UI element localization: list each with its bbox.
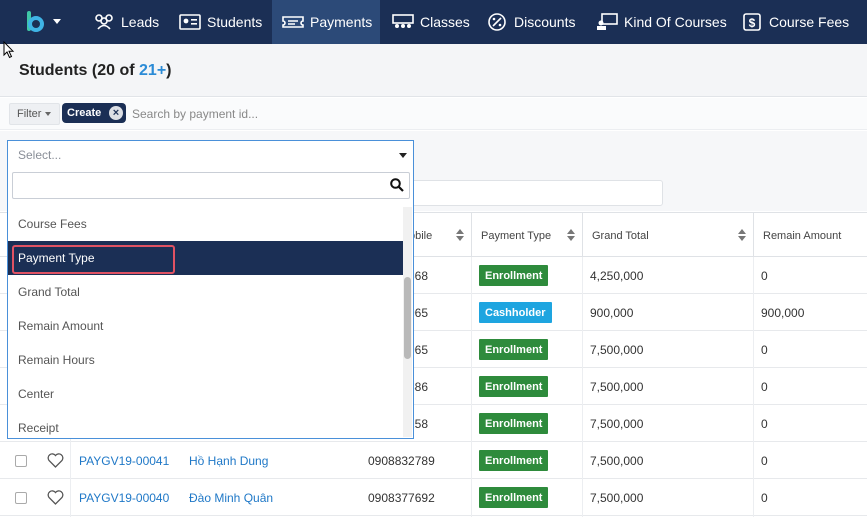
option-remain-hours[interactable]: Remain Hours: [8, 343, 403, 377]
payment-id-link[interactable]: PAYGV19-00040: [79, 479, 169, 516]
dropdown-search-field[interactable]: [12, 172, 410, 199]
option-payment-type[interactable]: Payment Type: [8, 241, 403, 275]
cell-remain-amount: 0: [761, 453, 768, 468]
cell-grand-total: 7,500,000: [590, 490, 644, 505]
users-icon: [93, 13, 115, 31]
column-divider: [753, 257, 754, 517]
table-row[interactable]: PAYGV19-00041 Hồ Hạnh Dung 0908832789 En…: [0, 442, 867, 479]
nav-students[interactable]: Students: [179, 0, 262, 44]
dropdown-scrollbar[interactable]: [403, 207, 412, 437]
col-payment-type[interactable]: Payment Type: [471, 213, 582, 258]
nav-payments-label: Payments: [310, 14, 373, 30]
payment-type-badge: Enrollment: [479, 376, 549, 397]
caret-down-icon[interactable]: [399, 153, 407, 158]
cell-mobile: 0908832789: [368, 453, 435, 468]
column-divider: [471, 257, 472, 517]
nav-students-label: Students: [207, 14, 263, 30]
table-row[interactable]: PAYGV19-00040 Đào Minh Quân 0908377692 E…: [0, 479, 867, 516]
student-name-link[interactable]: Hồ Hạnh Dung: [189, 442, 268, 479]
filter-bar: Filter Create ×: [0, 98, 867, 130]
option-course-fees[interactable]: Course Fees: [8, 207, 403, 241]
app-logo-menu[interactable]: [24, 9, 68, 35]
payment-type-badge: Enrollment: [479, 265, 549, 286]
payment-type-badge: Enrollment: [479, 413, 549, 434]
payment-id-link[interactable]: PAYGV19-00041: [79, 442, 169, 479]
cell-remain-amount: 900,000: [761, 305, 805, 320]
payment-search-input[interactable]: [132, 104, 692, 124]
filter-chip-label: Create: [67, 107, 102, 119]
filter-button-label: Filter: [17, 108, 42, 120]
sort-icon: [738, 229, 746, 241]
column-divider: [582, 257, 583, 517]
logo-b-icon: [27, 11, 61, 32]
total-count-link[interactable]: 21+: [139, 62, 166, 79]
nav-kind-of-courses-label: Kind Of Courses: [624, 14, 727, 30]
field-select-dropdown[interactable]: Select... Course Fees Payment Type Grand…: [7, 140, 414, 439]
payment-type-badge: Enrollment: [479, 487, 549, 508]
filter-button[interactable]: Filter: [9, 103, 60, 125]
cell-remain-amount: 0: [761, 416, 768, 431]
teacher-icon: [596, 13, 618, 31]
col-remain-amount[interactable]: Remain Amount: [753, 213, 867, 258]
nav-classes[interactable]: Classes: [392, 0, 470, 44]
option-receipt[interactable]: Receipt: [8, 411, 403, 439]
id-card-icon: [179, 13, 201, 31]
sort-icon: [567, 229, 575, 241]
page-header: Students (20 of 21+): [0, 44, 867, 97]
student-name-link[interactable]: Đào Minh Quân: [189, 479, 273, 516]
cell-grand-total: 7,500,000: [590, 379, 644, 394]
nav-leads[interactable]: Leads: [93, 0, 159, 44]
filter-value-input[interactable]: [408, 180, 663, 206]
percent-icon: [486, 13, 508, 31]
nav-discounts[interactable]: Discounts: [486, 0, 575, 44]
dollar-icon: $: [741, 13, 763, 31]
field-select-placeholder: Select...: [18, 147, 62, 162]
sort-icon: [456, 229, 464, 241]
payment-type-badge: Enrollment: [479, 450, 549, 471]
chip-remove-icon[interactable]: ×: [109, 106, 123, 120]
cell-grand-total: 900,000: [590, 305, 634, 320]
nav-classes-label: Classes: [420, 14, 470, 30]
top-navbar: Leads Students Payments Classes Discount…: [0, 0, 867, 44]
caret-down-icon: [45, 112, 52, 116]
scrollbar-thumb[interactable]: [404, 277, 411, 359]
cell-remain-amount: 0: [761, 342, 768, 357]
cell-remain-amount: 0: [761, 490, 768, 505]
nav-course-fees[interactable]: $ Course Fees: [741, 0, 849, 44]
filter-chip-create[interactable]: Create ×: [62, 103, 126, 123]
col-grand-total[interactable]: Grand Total: [582, 213, 753, 258]
option-grand-total[interactable]: Grand Total: [8, 275, 403, 309]
mouse-cursor-icon: [3, 41, 15, 59]
svg-text:$: $: [749, 16, 756, 30]
page-count: 20: [97, 62, 116, 79]
heart-icon[interactable]: [47, 490, 64, 505]
field-select-control[interactable]: Select...: [8, 141, 413, 168]
classroom-icon: [392, 13, 414, 31]
nav-kind-of-courses[interactable]: Kind Of Courses: [596, 0, 727, 44]
nav-leads-label: Leads: [121, 14, 160, 30]
search-icon: [390, 178, 404, 192]
cell-grand-total: 4,250,000: [590, 268, 644, 283]
cell-grand-total: 7,500,000: [590, 416, 644, 431]
cell-grand-total: 7,500,000: [590, 342, 644, 357]
dropdown-search-input[interactable]: [13, 173, 383, 198]
row-checkbox[interactable]: [15, 454, 27, 467]
row-checkbox[interactable]: [15, 491, 27, 504]
page-title: Students (20 of 21+): [19, 62, 172, 79]
nav-course-fees-label: Course Fees: [769, 14, 850, 30]
ticket-icon: [282, 13, 304, 31]
cell-remain-amount: 0: [761, 379, 768, 394]
heart-icon[interactable]: [47, 453, 64, 468]
option-center[interactable]: Center: [8, 377, 403, 411]
payment-type-badge: Cashholder: [479, 302, 552, 323]
cell-grand-total: 7,500,000: [590, 453, 644, 468]
highlight-box: [12, 245, 175, 274]
cell-mobile: 0908377692: [368, 490, 435, 505]
dropdown-options-list: Course Fees Payment Type Grand Total Rem…: [8, 207, 403, 439]
nav-payments[interactable]: Payments: [272, 0, 380, 44]
nav-discounts-label: Discounts: [514, 14, 576, 30]
cell-remain-amount: 0: [761, 268, 768, 283]
payment-type-badge: Enrollment: [479, 339, 549, 360]
option-remain-amount[interactable]: Remain Amount: [8, 309, 403, 343]
